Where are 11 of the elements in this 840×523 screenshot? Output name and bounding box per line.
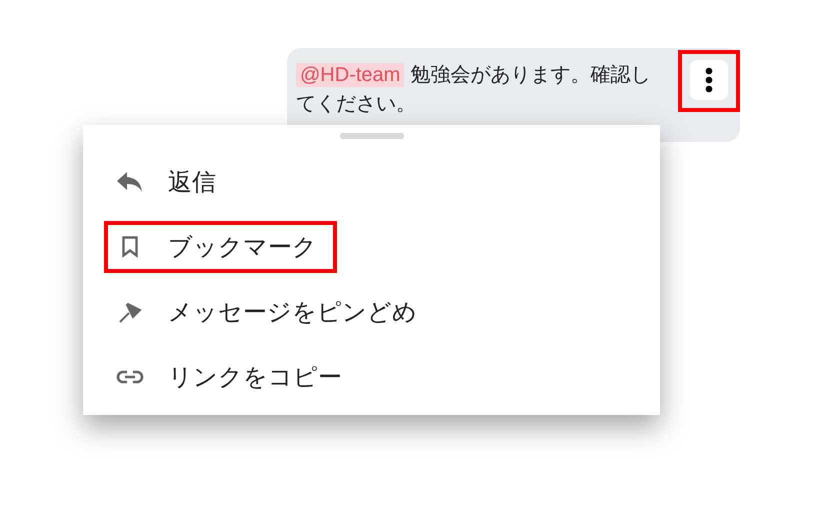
drag-handle[interactable]: [340, 133, 404, 139]
link-icon: [116, 370, 144, 384]
pin-icon: [118, 300, 142, 322]
reply-arrow-icon: [117, 172, 143, 192]
more-button[interactable]: [690, 60, 728, 100]
more-icon: [705, 67, 713, 93]
menu-item[interactable]: メッセージをピンどめ: [83, 279, 660, 344]
menu-item[interactable]: ブックマーク: [83, 214, 660, 279]
menu-item[interactable]: リンクをコピー: [83, 344, 660, 409]
bookmark-icon: [122, 236, 138, 258]
menu-item[interactable]: 返信: [83, 149, 660, 214]
